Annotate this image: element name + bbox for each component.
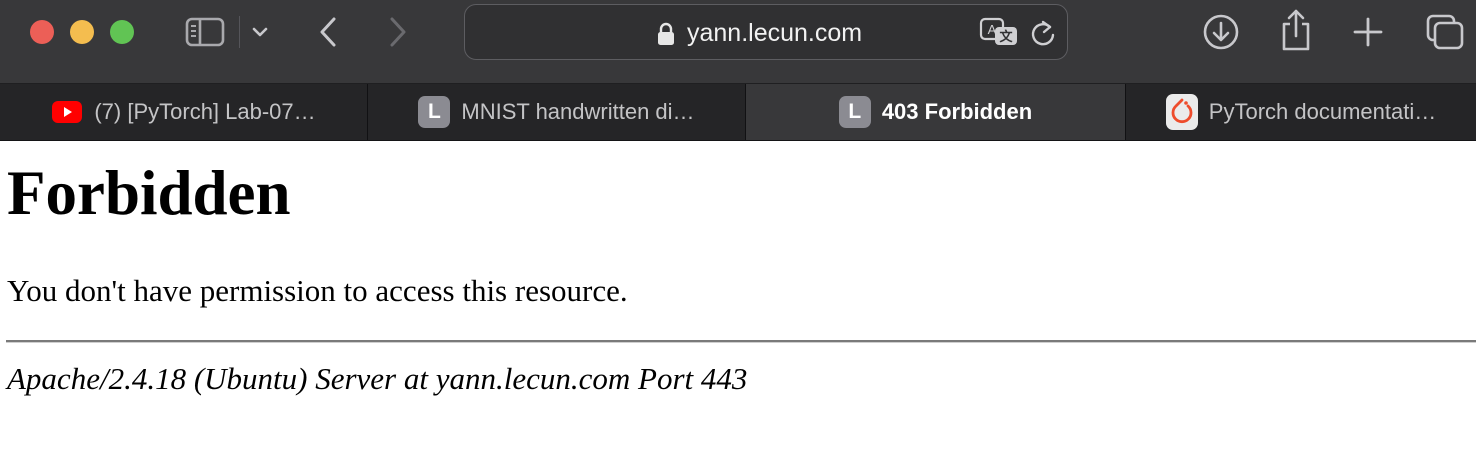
tab-youtube[interactable]: (7) [PyTorch] Lab-07…: [0, 84, 367, 140]
chevron-down-icon[interactable]: [248, 20, 272, 44]
sidebar-icon[interactable]: [183, 14, 227, 50]
lock-icon: [657, 22, 675, 46]
minimize-window-button[interactable]: [70, 20, 94, 44]
close-window-button[interactable]: [30, 20, 54, 44]
tab-title: 403 Forbidden: [881, 99, 1033, 124]
page-content: Forbidden You don't have permission to a…: [0, 141, 1476, 454]
tab-overview-icon[interactable]: [1424, 12, 1466, 52]
toolbar-divider: [239, 16, 240, 48]
letter-l-icon: L: [418, 96, 451, 128]
error-message: You don't have permission to access this…: [7, 273, 628, 308]
tab-title: PyTorch documentati…: [1208, 99, 1437, 124]
browser-toolbar: yann.lecun.com A 文: [0, 0, 1476, 84]
url-text[interactable]: yann.lecun.com: [687, 18, 862, 48]
letter-l-icon: L: [838, 96, 871, 128]
zoom-window-button[interactable]: [110, 20, 134, 44]
forward-icon[interactable]: [382, 14, 414, 50]
share-icon[interactable]: [1278, 8, 1314, 52]
tab-title: MNIST handwritten di…: [461, 99, 695, 124]
tab-pytorch-docs[interactable]: PyTorch documentati…: [1126, 84, 1476, 140]
translate-icon[interactable]: A 文: [979, 17, 1019, 49]
server-signature: Apache/2.4.18 (Ubuntu) Server at yann.le…: [7, 361, 748, 396]
pytorch-icon: [1165, 94, 1198, 130]
tab-title: (7) [PyTorch] Lab-07…: [94, 99, 316, 124]
page-title: Forbidden: [7, 158, 291, 228]
svg-text:文: 文: [999, 29, 1013, 44]
tab-bar: (7) [PyTorch] Lab-07… L MNIST handwritte…: [0, 84, 1476, 141]
address-bar[interactable]: yann.lecun.com A 文: [464, 4, 1068, 60]
youtube-icon: [51, 96, 83, 128]
download-icon[interactable]: [1202, 13, 1240, 51]
back-icon[interactable]: [312, 14, 344, 50]
reload-icon[interactable]: [1028, 19, 1058, 49]
plus-icon[interactable]: [1350, 14, 1386, 50]
horizontal-rule: [6, 340, 1476, 343]
tab-forbidden-active[interactable]: L 403 Forbidden: [746, 84, 1125, 140]
tab-mnist[interactable]: L MNIST handwritten di…: [368, 84, 745, 140]
